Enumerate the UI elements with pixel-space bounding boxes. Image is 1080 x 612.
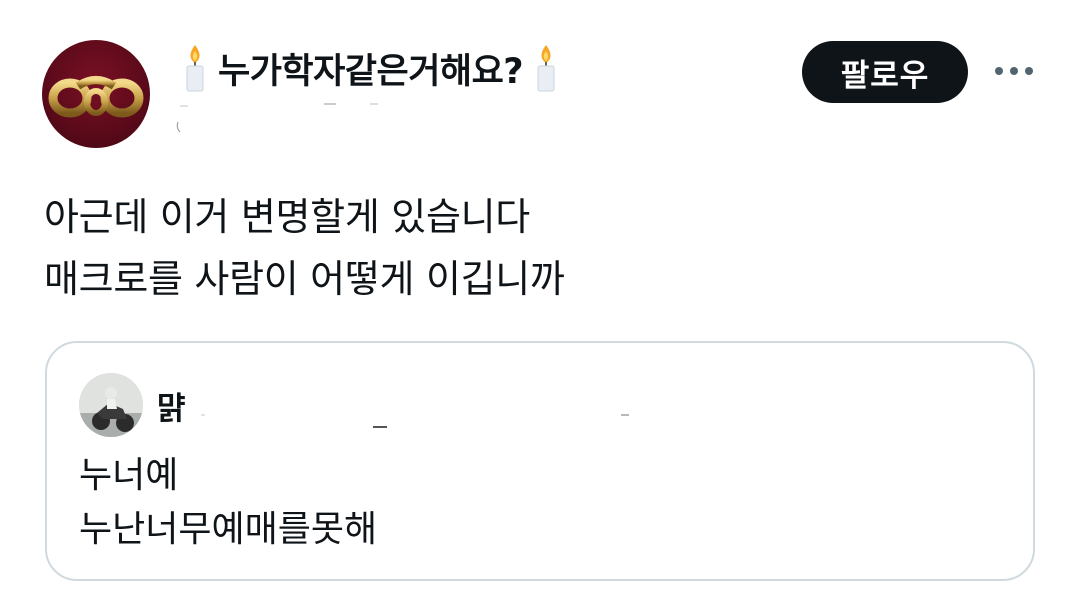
more-dots-icon-dot <box>1010 67 1018 75</box>
author-handle-redacted <box>174 98 414 138</box>
quoted-text-line: 누난너무예매를못해 <box>79 509 378 550</box>
author-name-row[interactable]: 누가학자같은거해요? <box>178 40 563 96</box>
motorcycle-photo-icon <box>79 373 143 437</box>
quoted-tweet-card[interactable]: 먉 누너예 누난너무예매를못해 <box>45 341 1035 581</box>
candle-icon <box>529 43 563 93</box>
quoted-author-avatar[interactable] <box>79 373 143 437</box>
more-dots-icon <box>995 67 1003 75</box>
tweet-text: 아근데 이거 변명할게 있습니다 매크로를 사람이 어떻게 이깁니까 <box>44 186 1024 310</box>
candle-icon <box>178 43 212 93</box>
quoted-text-line: 누너예 <box>79 455 179 496</box>
quoted-tweet-text: 누너예 누난너무예매를못해 <box>79 449 377 557</box>
gold-ring-emblem-icon <box>48 76 144 118</box>
author-avatar[interactable] <box>42 40 150 148</box>
quoted-author-handle-redacted <box>197 413 657 433</box>
quoted-author-name[interactable]: 먉 <box>157 383 186 428</box>
author-display-name[interactable]: 누가학자같은거해요? <box>218 43 524 94</box>
more-dots-icon-dot <box>1025 67 1033 75</box>
follow-button[interactable]: 팔로우 <box>802 41 968 103</box>
more-options-button[interactable] <box>986 46 1042 96</box>
tweet-text-line: 아근데 이거 변명할게 있습니다 <box>44 195 530 239</box>
tweet-text-line: 매크로를 사람이 어떻게 이깁니까 <box>44 257 565 301</box>
